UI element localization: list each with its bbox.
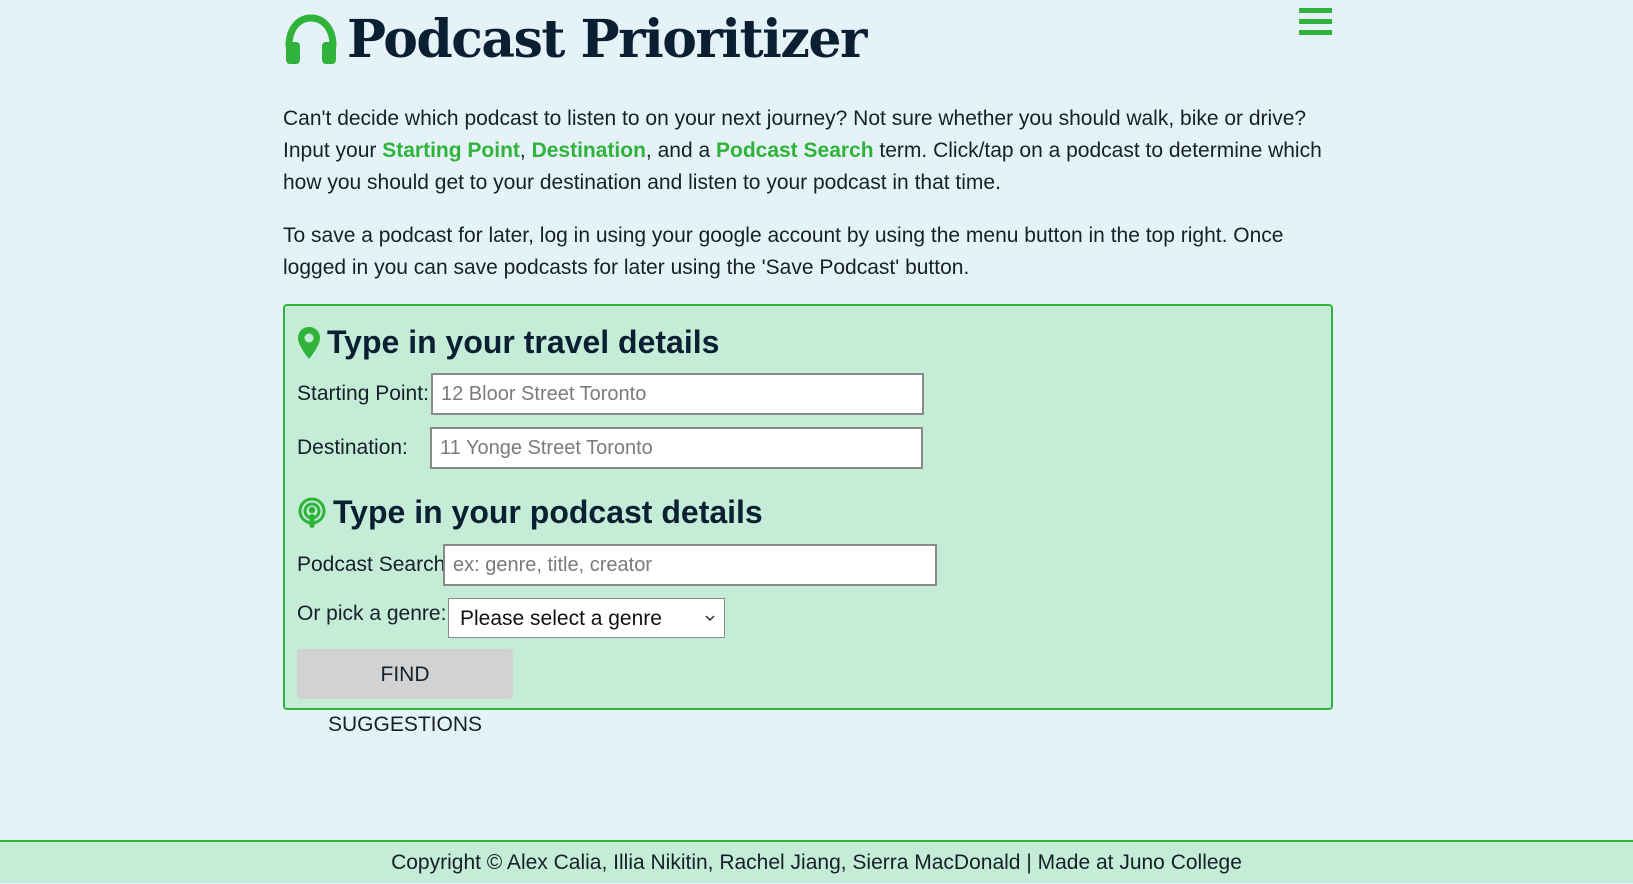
starting-point-label: Starting Point:	[297, 382, 429, 405]
destination-label: Destination:	[297, 436, 408, 459]
logo: Podcast Prioritizer	[283, 9, 867, 70]
destination-highlight: Destination	[531, 139, 646, 162]
destination-input[interactable]	[430, 427, 923, 469]
chevron-down-icon	[705, 615, 715, 622]
podcast-search-input[interactable]	[443, 544, 937, 586]
find-suggestions-button[interactable]: FIND SUGGESTIONS	[297, 649, 513, 736]
intro-paragraph-2: To save a podcast for later, log in usin…	[283, 224, 1284, 279]
search-form: Type in your travel details Starting Poi…	[283, 304, 1333, 736]
footer: Copyright © Alex Calia, Illia Nikitin, R…	[0, 840, 1633, 883]
footer-copyright: Copyright © Alex Calia, Illia Nikitin, R…	[391, 851, 1242, 874]
intro-separator-2: , and a	[645, 139, 716, 162]
intro-paragraph-1: Can't decide which podcast to listen to …	[283, 103, 1336, 199]
page-container: Podcast Prioritizer Can't decide which p…	[283, 0, 1336, 279]
genre-selected-value: Please select a genre	[460, 607, 662, 630]
intro-separator-1: ,	[519, 139, 532, 162]
hamburger-menu-icon[interactable]	[1296, 4, 1336, 40]
podcast-icon	[298, 497, 326, 528]
podcast-search-highlight: Podcast Search	[715, 139, 874, 162]
header: Podcast Prioritizer	[283, 0, 1336, 90]
genre-select[interactable]: Please select a genre	[448, 598, 725, 638]
travel-details-title: Type in your travel details	[327, 324, 720, 360]
podcast-search-label: Podcast Search:	[297, 553, 452, 576]
starting-point-highlight: Starting Point	[382, 139, 520, 162]
genre-label: Or pick a genre:	[297, 602, 447, 625]
podcast-details-heading: Type in your podcast details	[297, 494, 763, 531]
page-title: Podcast Prioritizer	[347, 9, 867, 70]
starting-point-input[interactable]	[431, 373, 924, 415]
travel-details-heading: Type in your travel details	[297, 324, 719, 361]
intro-text: Can't decide which podcast to listen to …	[283, 103, 1336, 305]
podcast-details-title: Type in your podcast details	[333, 494, 763, 530]
headphones-icon	[285, 14, 337, 64]
map-pin-icon	[298, 326, 320, 359]
